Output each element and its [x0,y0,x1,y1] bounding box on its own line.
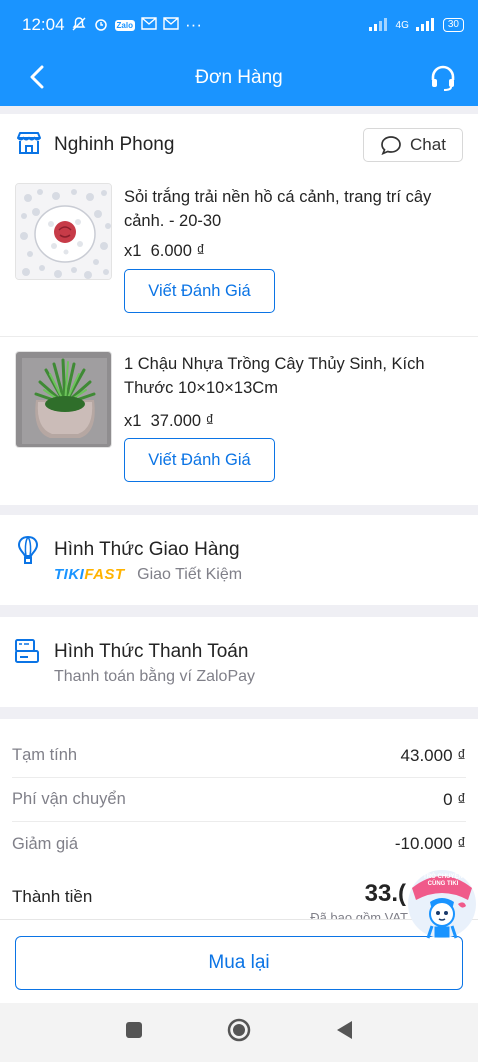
product-price-row: x1 6.000 ₫ [124,242,205,261]
shipping-fee-row: Phí vận chuyển 0 ₫ [12,778,466,822]
shop-name: Nghinh Phong [54,134,175,155]
product-thumbnail[interactable] [15,183,112,280]
vat-note: Đã bao gồm VAT [310,910,408,919]
gmail-icon [141,17,157,33]
discount-value: -10.000 ₫ [394,834,466,853]
tikifast-badge: TIKIFAST [54,566,125,583]
delivery-method: Giao Tiết Kiệm [137,566,243,583]
delivery-card: Hình Thức Giao Hàng TIKIFAST Giao Tiết K… [0,515,478,605]
subtotal-label: Tạm tính [12,746,78,764]
network-type: 4G [395,19,409,31]
hot-air-balloon-icon [17,535,39,570]
subtotal-value: 43.000 ₫ [400,745,466,765]
chat-bubble-icon [381,136,401,155]
chevron-left-icon [30,65,44,89]
back-button[interactable] [22,62,52,92]
payment-card: Hình Thức Thanh Toán Thanh toán bằng ví … [0,617,478,707]
write-review-button[interactable]: Viết Đánh Giá [124,269,275,313]
store-icon [16,130,42,161]
discount-row: Giảm giá -10.000 ₫ [12,822,466,866]
system-navigation-bar [0,1003,478,1062]
battery-indicator: 30 [442,18,464,32]
shipping-fee-label: Phí vận chuyển [12,790,126,808]
more-notifications-icon: ··· [185,15,202,34]
zalo-icon: Zalo [114,19,135,31]
product-thumbnail[interactable] [15,351,112,448]
signal-icon-2 [415,17,437,34]
order-items-card: Nghinh Phong Chat Sỏi trắng trải nền hồ [0,114,478,505]
product-quantity: x1 [124,412,142,430]
mascot-text: TRÒ CHUYỆN CÙNG TIKI [423,874,463,887]
product-price-row: x1 37.000 ₫ [124,412,214,431]
product-price: 37.000 ₫ [150,412,215,430]
product-price: 6.000 ₫ [150,242,205,260]
status-time: 12:04 [22,15,65,34]
signal-icon [368,17,390,34]
product-name[interactable]: Sỏi trắng trải nền hồ cá cảnh, trang trí… [124,185,464,233]
product-name[interactable]: 1 Chậu Nhựa Trồng Cây Thủy Sinh, Kích Th… [124,352,464,400]
delivery-method-row: TIKIFAST Giao Tiết Kiệm [54,566,242,584]
recents-square-icon[interactable] [125,1021,143,1044]
shipping-fee-value: 0 ₫ [443,789,466,809]
gmail-icon-2 [163,17,179,33]
subtotal-row: Tạm tính 43.000 ₫ [12,734,466,778]
mute-notification-icon [71,16,87,35]
payment-terminal-icon [14,637,40,670]
app-bar: Đơn Hàng [0,50,478,106]
chat-label: Chat [410,135,446,154]
product-item: 1 Chậu Nhựa Trồng Cây Thủy Sinh, Kích Th… [0,339,478,505]
chat-button[interactable]: Chat [363,128,463,162]
payment-title: Hình Thức Thanh Toán [54,641,249,662]
total-value: 33.( [364,880,406,907]
home-circle-icon[interactable] [227,1018,251,1047]
support-button[interactable] [426,61,460,95]
write-review-button[interactable]: Viết Đánh Giá [124,438,275,482]
payment-method: Thanh toán bằng ví ZaloPay [54,668,256,685]
divider [0,336,478,337]
headset-icon [431,65,455,91]
page-title: Đơn Hàng [195,67,283,88]
rebuy-button[interactable]: Mua lại [15,936,463,990]
status-bar: 12:04 Zalo ··· 4G 30 [0,0,478,50]
product-quantity: x1 [124,242,142,260]
discount-label: Giảm giá [12,834,79,853]
product-item: Sỏi trắng trải nền hồ cá cảnh, trang trí… [0,176,478,339]
delivery-title: Hình Thức Giao Hàng [54,539,240,560]
chat-with-tiki-button[interactable]: TRÒ CHUYỆN CÙNG TIKI [406,866,478,942]
alarm-icon [93,16,109,35]
total-label: Thành tiền [12,887,93,906]
back-triangle-icon[interactable] [335,1020,353,1045]
